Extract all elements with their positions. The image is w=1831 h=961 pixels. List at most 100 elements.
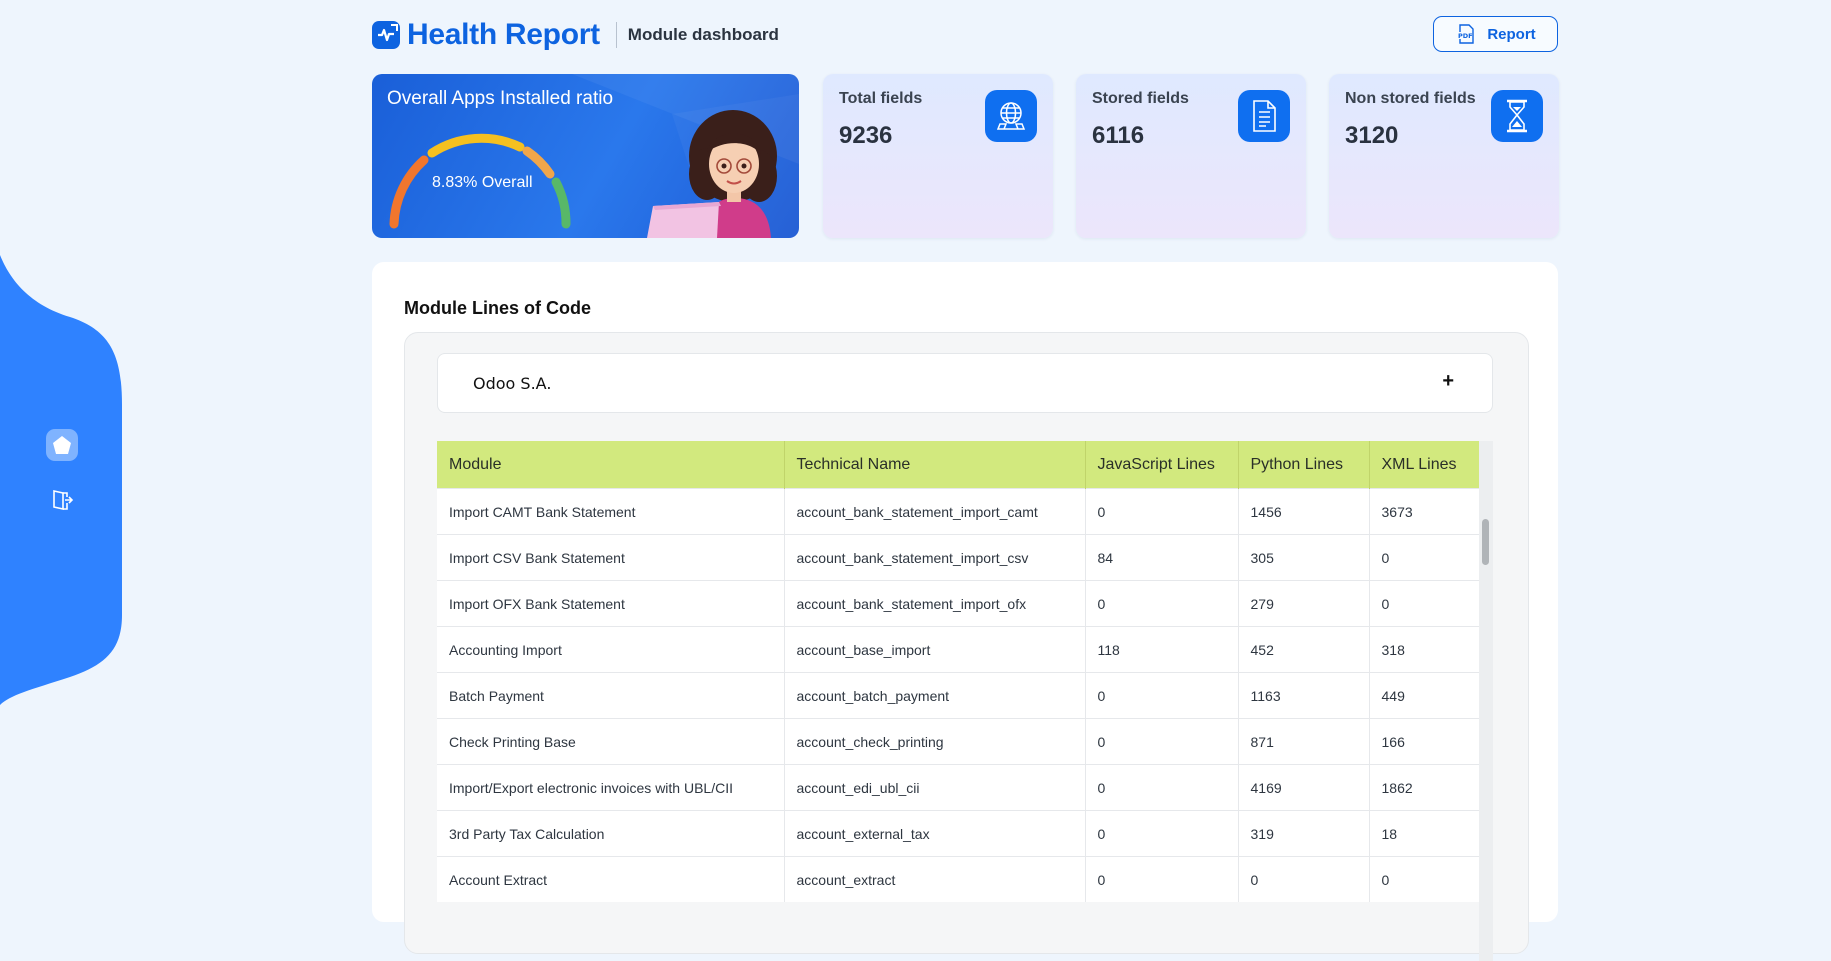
sidebar-item-logout[interactable] (46, 484, 78, 516)
scrollbar-thumb[interactable] (1482, 519, 1489, 565)
module-loc-panel: Module Lines of Code Odoo S.A. + Module … (372, 262, 1558, 961)
title-divider (615, 22, 617, 48)
panel-title: Module Lines of Code (404, 298, 591, 318)
module-table-wrapper: Module Technical Name JavaScript Lines P… (437, 441, 1479, 902)
sidebar-item-home[interactable] (46, 429, 78, 461)
cell-module: Import/Export electronic invoices with U… (437, 764, 785, 811)
table-row: Check Printing Base account_check_printi… (437, 718, 1479, 765)
stat-label: Stored fields (1092, 90, 1189, 107)
stat-card-stored-fields: Stored fields 6116 (1076, 74, 1306, 238)
stat-icon-badge (985, 90, 1037, 142)
cell-technical-name: account_extract (784, 856, 1086, 902)
table-row: 3rd Party Tax Calculation account_extern… (437, 810, 1479, 857)
gauge-title: Overall Apps Installed ratio (387, 88, 614, 109)
cell-technical-name: account_check_printing (784, 718, 1086, 765)
cell-js-lines: 0 (1085, 856, 1239, 902)
table-row: Import CSV Bank Statement account_bank_s… (437, 534, 1479, 581)
cell-python-lines: 1456 (1238, 488, 1370, 535)
stat-icon-badge (1491, 90, 1543, 142)
cell-xml-lines: 1862 (1369, 764, 1479, 811)
health-logo-icon (372, 21, 400, 49)
cell-module: Check Printing Base (437, 718, 785, 765)
stat-value: 6116 (1092, 122, 1145, 149)
cell-python-lines: 1163 (1238, 672, 1370, 719)
avatar-illustration (647, 110, 777, 238)
cell-python-lines: 452 (1238, 626, 1370, 673)
stat-label: Non stored fields (1345, 90, 1476, 107)
accordion-title: Odoo S.A. (473, 374, 552, 393)
cell-python-lines: 305 (1238, 534, 1370, 581)
column-header-js-lines[interactable]: JavaScript Lines (1085, 441, 1239, 489)
stat-value: 3120 (1345, 122, 1399, 149)
cell-xml-lines: 18 (1369, 810, 1479, 857)
svg-text:PDF: PDF (1458, 32, 1473, 40)
app-logo: Health Report Module dashboard (371, 18, 779, 52)
cell-xml-lines: 0 (1369, 856, 1479, 902)
pdf-icon: PDF (1457, 24, 1475, 44)
cell-module: Import CSV Bank Statement (437, 534, 785, 581)
cell-python-lines: 871 (1238, 718, 1370, 765)
hourglass-icon (1507, 99, 1527, 133)
column-header-technical-name[interactable]: Technical Name (784, 441, 1086, 489)
cell-module: 3rd Party Tax Calculation (437, 810, 785, 857)
cell-technical-name: account_bank_statement_import_csv (784, 534, 1086, 581)
cell-js-lines: 0 (1085, 810, 1239, 857)
gauge-value: 8.83% Overall (432, 174, 533, 191)
column-header-xml-lines[interactable]: XML Lines (1369, 441, 1479, 489)
cell-module: Import OFX Bank Statement (437, 580, 785, 627)
cell-xml-lines: 0 (1369, 534, 1479, 581)
cell-technical-name: account_external_tax (784, 810, 1086, 857)
cell-python-lines: 319 (1238, 810, 1370, 857)
column-header-python-lines[interactable]: Python Lines (1238, 441, 1370, 489)
table-row: Accounting Import account_base_import 11… (437, 626, 1479, 673)
cell-python-lines: 0 (1238, 856, 1370, 902)
stat-label: Total fields (839, 90, 923, 107)
table-row: Account Extract account_extract 0 0 0 (437, 856, 1479, 902)
cell-xml-lines: 318 (1369, 626, 1479, 673)
column-header-module[interactable]: Module (437, 441, 785, 489)
cell-module: Batch Payment (437, 672, 785, 719)
cell-xml-lines: 3673 (1369, 488, 1479, 535)
cell-technical-name: account_edi_ubl_cii (784, 764, 1086, 811)
expand-icon[interactable]: + (1442, 370, 1454, 393)
sidebar-background (0, 255, 122, 705)
document-icon (1253, 100, 1276, 132)
accordion-container: Odoo S.A. + Module Technical Name JavaSc… (404, 332, 1529, 961)
cell-technical-name: account_batch_payment (784, 672, 1086, 719)
cell-module: Accounting Import (437, 626, 785, 673)
table-row: Import/Export electronic invoices with U… (437, 764, 1479, 811)
cell-module: Account Extract (437, 856, 785, 902)
report-button[interactable]: PDF Report (1433, 16, 1558, 52)
cell-js-lines: 84 (1085, 534, 1239, 581)
cell-xml-lines: 0 (1369, 580, 1479, 627)
cell-technical-name: account_base_import (784, 626, 1086, 673)
table-row: Batch Payment account_batch_payment 0 11… (437, 672, 1479, 719)
stat-card-total-fields: Total fields 9236 (823, 74, 1053, 238)
cell-js-lines: 118 (1085, 626, 1239, 673)
cell-js-lines: 0 (1085, 672, 1239, 719)
apps-installed-card: Overall Apps Installed ratio 8.83% Overa… (372, 74, 799, 238)
cell-js-lines: 0 (1085, 718, 1239, 765)
cell-python-lines: 4169 (1238, 764, 1370, 811)
cell-js-lines: 0 (1085, 764, 1239, 811)
table-row: Import OFX Bank Statement account_bank_s… (437, 580, 1479, 627)
table-scrollbar[interactable] (1479, 441, 1493, 961)
cell-technical-name: account_bank_statement_import_camt (784, 488, 1086, 535)
page-subtitle: Module dashboard (627, 25, 779, 44)
cell-xml-lines: 166 (1369, 718, 1479, 765)
globe-icon (996, 102, 1026, 130)
cell-js-lines: 0 (1085, 580, 1239, 627)
stat-card-non-stored-fields: Non stored fields 3120 (1329, 74, 1559, 238)
home-icon (53, 436, 71, 454)
cell-module: Import CAMT Bank Statement (437, 488, 785, 535)
cell-python-lines: 279 (1238, 580, 1370, 627)
table-header-row: Module Technical Name JavaScript Lines P… (437, 441, 1479, 489)
accordion-header-odoo[interactable]: Odoo S.A. + (437, 353, 1493, 413)
app-title: Health Report (407, 18, 600, 51)
module-table: Module Technical Name JavaScript Lines P… (437, 441, 1479, 902)
cell-technical-name: account_bank_statement_import_ofx (784, 580, 1086, 627)
report-button-label: Report (1487, 25, 1536, 43)
logout-icon (53, 490, 74, 510)
stat-value: 9236 (839, 122, 893, 149)
table-row: Import CAMT Bank Statement account_bank_… (437, 488, 1479, 535)
